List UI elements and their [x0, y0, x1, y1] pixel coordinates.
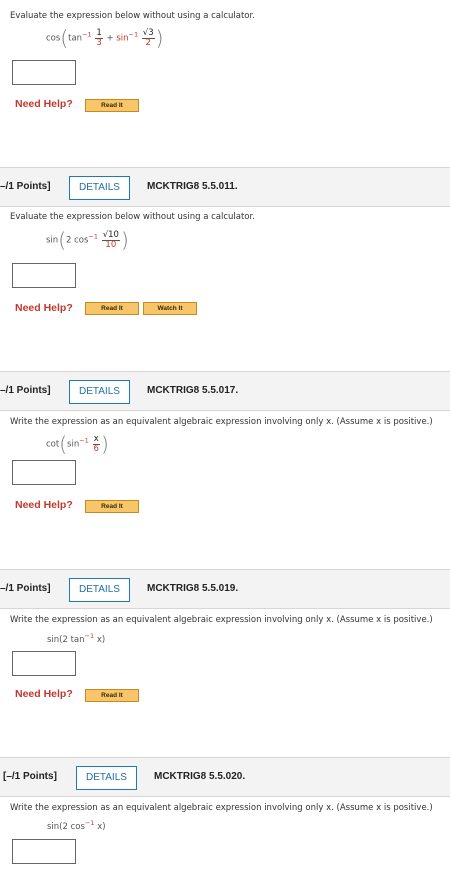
question-5-details-button[interactable]: DETAILS	[76, 766, 137, 790]
question-1-prompt: Evaluate the expression below without us…	[10, 11, 255, 21]
question-2-details-button[interactable]: DETAILS	[69, 176, 130, 200]
question-1-answer-box[interactable]	[12, 60, 76, 85]
question-4-need-help: Need Help?	[15, 688, 73, 700]
question-3-prompt: Write the expression as an equivalent al…	[10, 417, 433, 427]
question-2-need-help: Need Help?	[15, 302, 73, 314]
question-4-header: –/1 Points] DETAILS MCKTRIG8 5.5.019.	[0, 569, 450, 609]
question-3-header: –/1 Points] DETAILS MCKTRIG8 5.5.017.	[0, 371, 450, 411]
question-3-read-it-button[interactable]: Read It	[85, 500, 139, 513]
question-1-need-help: Need Help?	[15, 98, 73, 110]
question-2-header: –/1 Points] DETAILS MCKTRIG8 5.5.011.	[0, 167, 450, 207]
question-5-header: [–/1 Points] DETAILS MCKTRIG8 5.5.020.	[0, 757, 450, 797]
question-3-expression: cot(sin−1 x 6)	[46, 432, 109, 456]
question-2-expression: sin(2 cos−1 √10 10)	[46, 228, 129, 252]
question-2-read-it-button[interactable]: Read It	[85, 302, 139, 315]
question-2-watch-it-button[interactable]: Watch It	[143, 302, 197, 315]
question-4-answer-box[interactable]	[12, 651, 76, 676]
question-3-details-button[interactable]: DETAILS	[69, 380, 130, 404]
question-5-points: [–/1 Points]	[3, 771, 57, 782]
question-5-expression: sin(2 cos−1 x)	[47, 819, 106, 832]
question-4-code: MCKTRIG8 5.5.019.	[147, 583, 239, 594]
question-1-expression: cos(tan−1 13 + sin−1 √3 2)	[46, 26, 164, 50]
question-1-read-it-button[interactable]: Read It	[85, 99, 139, 112]
question-2-points: –/1 Points]	[0, 181, 51, 192]
question-4-prompt: Write the expression as an equivalent al…	[10, 615, 433, 625]
question-4-points: –/1 Points]	[0, 583, 51, 594]
question-5-code: MCKTRIG8 5.5.020.	[154, 771, 246, 782]
question-4-details-button[interactable]: DETAILS	[69, 578, 130, 602]
question-4-expression: sin(2 tan−1 x)	[47, 632, 106, 645]
question-3-code: MCKTRIG8 5.5.017.	[147, 385, 239, 396]
question-5-prompt: Write the expression as an equivalent al…	[10, 803, 433, 813]
question-3-answer-box[interactable]	[12, 460, 76, 485]
question-4-read-it-button[interactable]: Read It	[85, 689, 139, 702]
question-5-answer-box[interactable]	[12, 839, 76, 864]
question-2-answer-box[interactable]	[12, 263, 76, 288]
question-3-need-help: Need Help?	[15, 499, 73, 511]
question-2-code: MCKTRIG8 5.5.011.	[147, 181, 238, 192]
question-3-points: –/1 Points]	[0, 385, 51, 396]
question-2-prompt: Evaluate the expression below without us…	[10, 212, 255, 222]
